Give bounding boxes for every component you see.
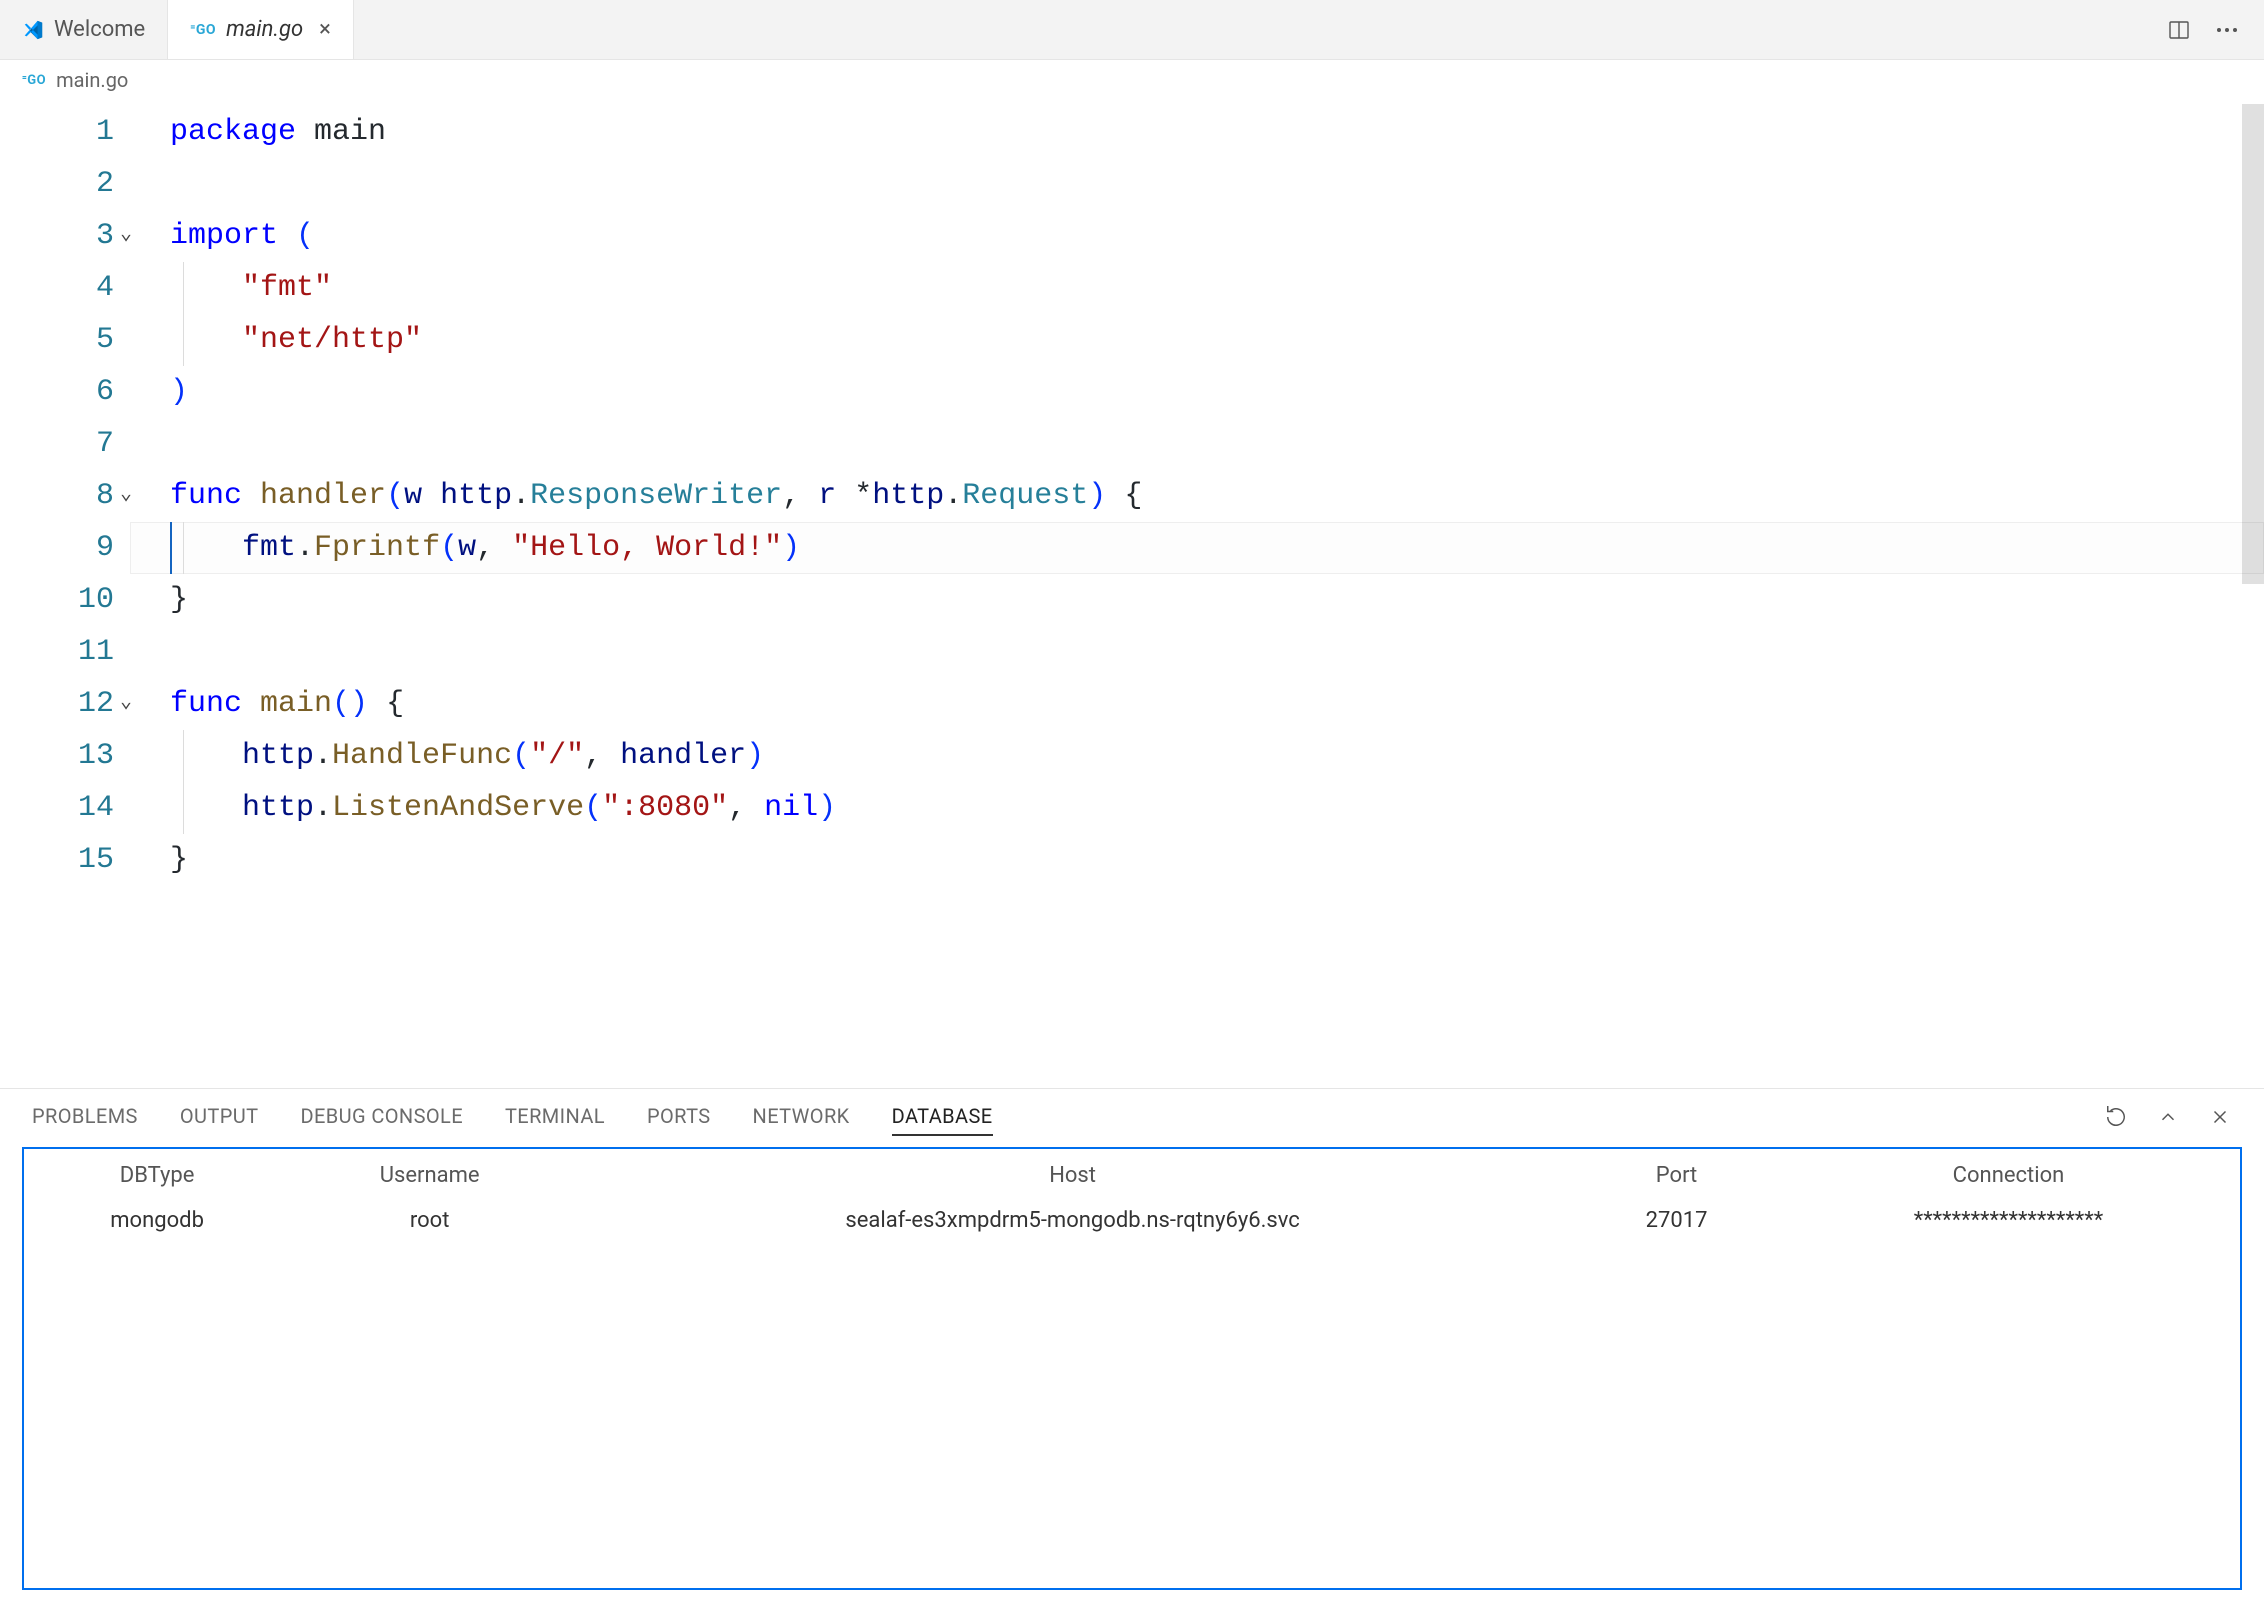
- go-file-icon: ⁼GO: [22, 73, 46, 88]
- tab-main-go[interactable]: ⁼GO main.go ×: [168, 0, 354, 59]
- line-number: 2: [0, 158, 130, 210]
- bottom-panel: PROBLEMS OUTPUT DEBUG CONSOLE TERMINAL PORTS…: [0, 1088, 2264, 1612]
- editor-tabbar: Welcome ⁼GO main.go ×: [0, 0, 2264, 60]
- code-line[interactable]: [130, 158, 2264, 210]
- editor[interactable]: 123⌄45678⌄9101112⌄131415 package main imp…: [0, 100, 2264, 1088]
- split-editor-icon[interactable]: [2166, 17, 2192, 43]
- panel-tab-database[interactable]: DATABASE: [892, 1098, 993, 1136]
- panel-tab-terminal[interactable]: TERMINAL: [505, 1098, 605, 1136]
- line-number: 15: [0, 834, 130, 886]
- panel-tab-problems[interactable]: PROBLEMS: [32, 1098, 138, 1136]
- line-number: 1: [0, 106, 130, 158]
- code-area[interactable]: package main import ( "fmt" "net/http") fu…: [130, 100, 2264, 886]
- code-line[interactable]: [130, 626, 2264, 678]
- line-number: 14: [0, 782, 130, 834]
- table-cell: 27017: [1576, 1198, 1777, 1243]
- code-line[interactable]: "fmt": [130, 262, 2264, 314]
- line-number: 9: [0, 522, 130, 574]
- more-actions-icon[interactable]: [2214, 17, 2240, 43]
- db-col-host: Host: [569, 1149, 1576, 1198]
- close-icon[interactable]: ×: [319, 19, 331, 41]
- table-cell: root: [290, 1198, 569, 1243]
- database-panel: DBTypeUsernameHostPortConnection mongodb…: [22, 1147, 2242, 1590]
- panel-tab-debug-console[interactable]: DEBUG CONSOLE: [300, 1098, 463, 1136]
- table-cell: ********************: [1777, 1198, 2240, 1243]
- code-line[interactable]: "net/http": [130, 314, 2264, 366]
- refresh-icon[interactable]: [2104, 1105, 2128, 1129]
- db-col-port: Port: [1576, 1149, 1777, 1198]
- database-table: DBTypeUsernameHostPortConnection mongodb…: [24, 1149, 2240, 1243]
- code-line[interactable]: func handler(w http.ResponseWriter, r *h…: [130, 470, 2264, 522]
- db-col-username: Username: [290, 1149, 569, 1198]
- table-cell: sealaf-es3xmpdrm5-mongodb.ns-rqtny6y6.sv…: [569, 1198, 1576, 1243]
- code-line[interactable]: [130, 418, 2264, 470]
- line-number: 12⌄: [0, 678, 130, 730]
- code-line[interactable]: http.HandleFunc("/", handler): [130, 730, 2264, 782]
- panel-tab-network[interactable]: NETWORK: [753, 1098, 850, 1136]
- tab-label: main.go: [226, 17, 303, 42]
- panel-tabs: PROBLEMS OUTPUT DEBUG CONSOLE TERMINAL PORTS…: [0, 1089, 2264, 1145]
- minimap-scrollbar[interactable]: [2242, 104, 2264, 584]
- tab-label: Welcome: [54, 17, 145, 42]
- panel-tab-output[interactable]: OUTPUT: [180, 1098, 259, 1136]
- go-file-icon: ⁼GO: [190, 22, 216, 38]
- code-line[interactable]: }: [130, 834, 2264, 886]
- tab-welcome[interactable]: Welcome: [0, 0, 168, 59]
- close-icon[interactable]: [2208, 1105, 2232, 1129]
- breadcrumb: ⁼GO main.go: [0, 60, 2264, 100]
- code-line[interactable]: fmt.Fprintf(w, "Hello, World!"): [130, 522, 2264, 574]
- code-line[interactable]: package main: [130, 106, 2264, 158]
- line-number: 7: [0, 418, 130, 470]
- code-line[interactable]: func main() {: [130, 678, 2264, 730]
- line-number: 3⌄: [0, 210, 130, 262]
- line-number: 5: [0, 314, 130, 366]
- code-line[interactable]: }: [130, 574, 2264, 626]
- line-number: 13: [0, 730, 130, 782]
- code-line[interactable]: http.ListenAndServe(":8080", nil): [130, 782, 2264, 834]
- tabbar-actions: [2142, 0, 2264, 59]
- chevron-up-icon[interactable]: [2156, 1105, 2180, 1129]
- code-line[interactable]: import (: [130, 210, 2264, 262]
- app-root: Welcome ⁼GO main.go × ⁼GO main.go 123⌄45678…: [0, 0, 2264, 1612]
- line-number: 4: [0, 262, 130, 314]
- db-col-dbtype: DBType: [24, 1149, 290, 1198]
- vscode-icon: [22, 19, 44, 41]
- code-line[interactable]: ): [130, 366, 2264, 418]
- line-gutter: 123⌄45678⌄9101112⌄131415: [0, 100, 130, 886]
- table-row[interactable]: mongodbrootsealaf-es3xmpdrm5-mongodb.ns-…: [24, 1198, 2240, 1243]
- panel-actions: [2104, 1105, 2232, 1129]
- line-number: 6: [0, 366, 130, 418]
- panel-tab-ports[interactable]: PORTS: [647, 1098, 711, 1136]
- line-number: 11: [0, 626, 130, 678]
- breadcrumb-file[interactable]: main.go: [56, 68, 128, 92]
- line-number: 10: [0, 574, 130, 626]
- table-cell: mongodb: [24, 1198, 290, 1243]
- line-number: 8⌄: [0, 470, 130, 522]
- db-col-connection: Connection: [1777, 1149, 2240, 1198]
